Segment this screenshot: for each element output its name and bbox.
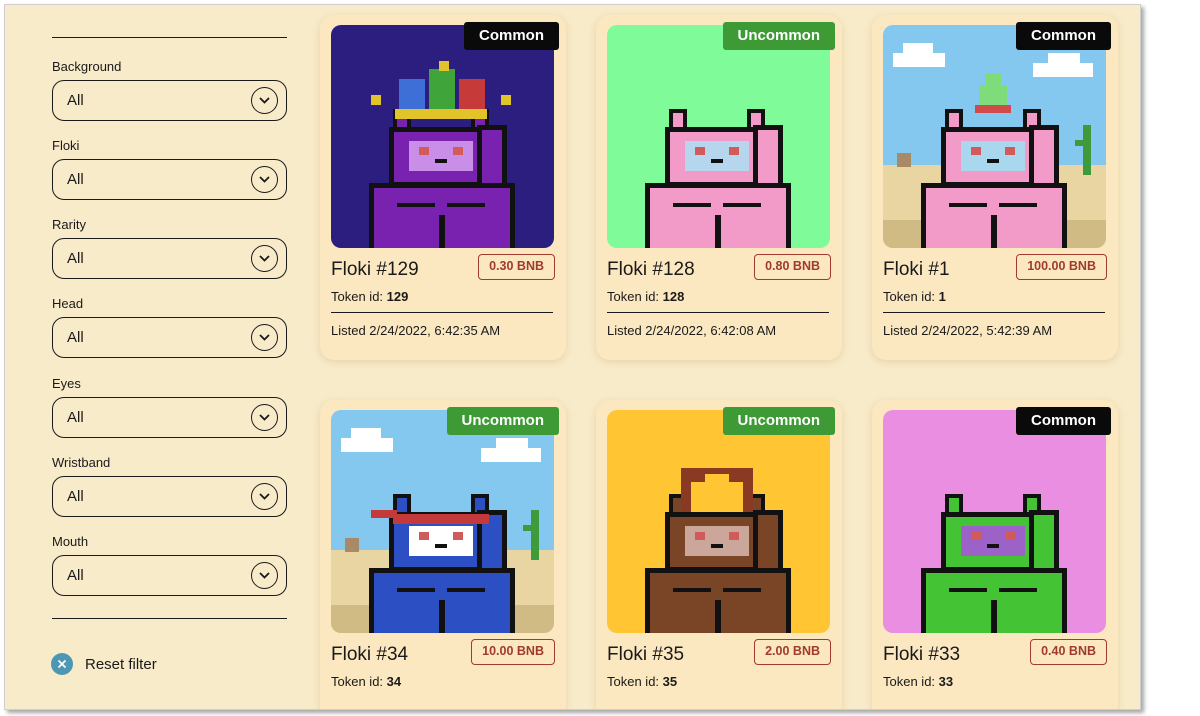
filter-label: Background xyxy=(52,59,122,74)
nft-name: Floki #128 xyxy=(607,259,695,280)
token-id: Token id: 35 xyxy=(607,674,677,689)
sidebar-divider-bottom xyxy=(52,618,287,619)
listed-date: Listed 2/24/2022, 6:42:08 AM xyxy=(607,323,777,338)
background-select[interactable]: All xyxy=(52,80,287,121)
rarity-badge: Uncommon xyxy=(722,407,835,435)
chevron-down-icon xyxy=(251,324,278,351)
filter-label: Wristband xyxy=(52,455,111,470)
nft-image xyxy=(607,410,830,633)
chevron-down-icon xyxy=(251,245,278,272)
token-value: 129 xyxy=(386,289,409,304)
filter-label: Eyes xyxy=(52,376,81,391)
floki-select[interactable]: All xyxy=(52,159,287,200)
nft-image xyxy=(883,25,1106,248)
sidebar-divider-top xyxy=(52,37,287,38)
select-value: All xyxy=(67,92,84,109)
marketplace-page: Background All Floki All Rarity All Head… xyxy=(5,5,1140,709)
token-id: Token id: 128 xyxy=(607,289,684,304)
rarity-badge: Common xyxy=(464,22,559,50)
listed-date: Listed 2/24/2022, 6:42:35 AM xyxy=(331,323,501,338)
token-value: 33 xyxy=(938,674,954,689)
nft-name: Floki #35 xyxy=(607,644,685,665)
select-value: All xyxy=(67,171,84,188)
select-value: All xyxy=(67,488,84,505)
nft-card[interactable]: Common Floki #33 0.40 BNB Token id: 33 xyxy=(872,400,1118,709)
chevron-down-icon xyxy=(251,166,278,193)
token-id: Token id: 33 xyxy=(883,674,953,689)
token-label: Token id: xyxy=(331,674,384,689)
token-id: Token id: 129 xyxy=(331,289,408,304)
nft-image xyxy=(331,25,554,248)
token-label: Token id: xyxy=(883,289,936,304)
rarity-badge: Uncommon xyxy=(722,22,835,50)
eyes-select[interactable]: All xyxy=(52,397,287,438)
price-tag: 0.30 BNB xyxy=(478,254,555,280)
select-value: All xyxy=(67,329,84,346)
nft-image xyxy=(331,410,554,633)
token-value: 34 xyxy=(386,674,402,689)
token-id: Token id: 1 xyxy=(883,289,946,304)
chevron-down-icon xyxy=(251,404,278,431)
filter-label: Rarity xyxy=(52,217,86,232)
card-divider xyxy=(883,312,1105,313)
rarity-badge: Common xyxy=(1016,22,1111,50)
price-tag: 10.00 BNB xyxy=(471,639,555,665)
filter-label: Head xyxy=(52,296,84,311)
filter-label: Mouth xyxy=(52,534,89,549)
filter-background: Background All xyxy=(52,58,287,121)
nft-image xyxy=(883,410,1106,633)
token-label: Token id: xyxy=(607,289,660,304)
price-tag: 100.00 BNB xyxy=(1016,254,1107,280)
chevron-down-icon xyxy=(251,562,278,589)
nft-image xyxy=(607,25,830,248)
nft-card[interactable]: Common Floki #129 0.30 BNB Token id: 129… xyxy=(320,15,566,360)
nft-card[interactable]: Uncommon Floki #34 10.00 BNB Token id: 3… xyxy=(320,400,566,709)
token-label: Token id: xyxy=(607,674,660,689)
nft-name: Floki #33 xyxy=(883,644,961,665)
wristband-select[interactable]: All xyxy=(52,476,287,517)
token-value: 1 xyxy=(938,289,946,304)
close-icon xyxy=(51,653,73,675)
rarity-select[interactable]: All xyxy=(52,238,287,279)
browser-frame: Background All Floki All Rarity All Head… xyxy=(4,4,1141,710)
filter-head: Head All xyxy=(52,295,287,358)
filter-eyes: Eyes All xyxy=(52,375,287,438)
select-value: All xyxy=(67,250,84,267)
token-label: Token id: xyxy=(883,674,936,689)
listed-date: Listed 2/24/2022, 5:42:39 AM xyxy=(883,323,1053,338)
nft-name: Floki #1 xyxy=(883,259,950,280)
filter-wristband: Wristband All xyxy=(52,454,287,517)
filter-mouth: Mouth All xyxy=(52,533,287,596)
nft-card[interactable]: Common Floki #1 100.00 BNB Token id: 1 L… xyxy=(872,15,1118,360)
nft-name: Floki #129 xyxy=(331,259,419,280)
chevron-down-icon xyxy=(251,87,278,114)
select-value: All xyxy=(67,567,84,584)
filter-label: Floki xyxy=(52,138,80,153)
rarity-badge: Common xyxy=(1016,407,1111,435)
token-id: Token id: 34 xyxy=(331,674,401,689)
nft-name: Floki #34 xyxy=(331,644,409,665)
filter-sidebar: Background All Floki All Rarity All Head… xyxy=(48,5,288,709)
card-divider xyxy=(607,312,829,313)
token-label: Token id: xyxy=(331,289,384,304)
card-divider xyxy=(331,312,553,313)
reset-filter-label: Reset filter xyxy=(85,655,157,673)
head-select[interactable]: All xyxy=(52,317,287,358)
filter-rarity: Rarity All xyxy=(52,216,287,279)
token-value: 128 xyxy=(662,289,685,304)
price-tag: 2.00 BNB xyxy=(754,639,831,665)
reset-filter-button[interactable]: Reset filter xyxy=(51,653,157,675)
price-tag: 0.40 BNB xyxy=(1030,639,1107,665)
nft-card[interactable]: Uncommon Floki #35 2.00 BNB Token id: 35 xyxy=(596,400,842,709)
select-value: All xyxy=(67,409,84,426)
filter-floki: Floki All xyxy=(52,137,287,200)
chevron-down-icon xyxy=(251,483,278,510)
nft-card[interactable]: Uncommon Floki #128 0.80 BNB Token id: 1… xyxy=(596,15,842,360)
price-tag: 0.80 BNB xyxy=(754,254,831,280)
mouth-select[interactable]: All xyxy=(52,555,287,596)
rarity-badge: Uncommon xyxy=(446,407,559,435)
token-value: 35 xyxy=(662,674,678,689)
